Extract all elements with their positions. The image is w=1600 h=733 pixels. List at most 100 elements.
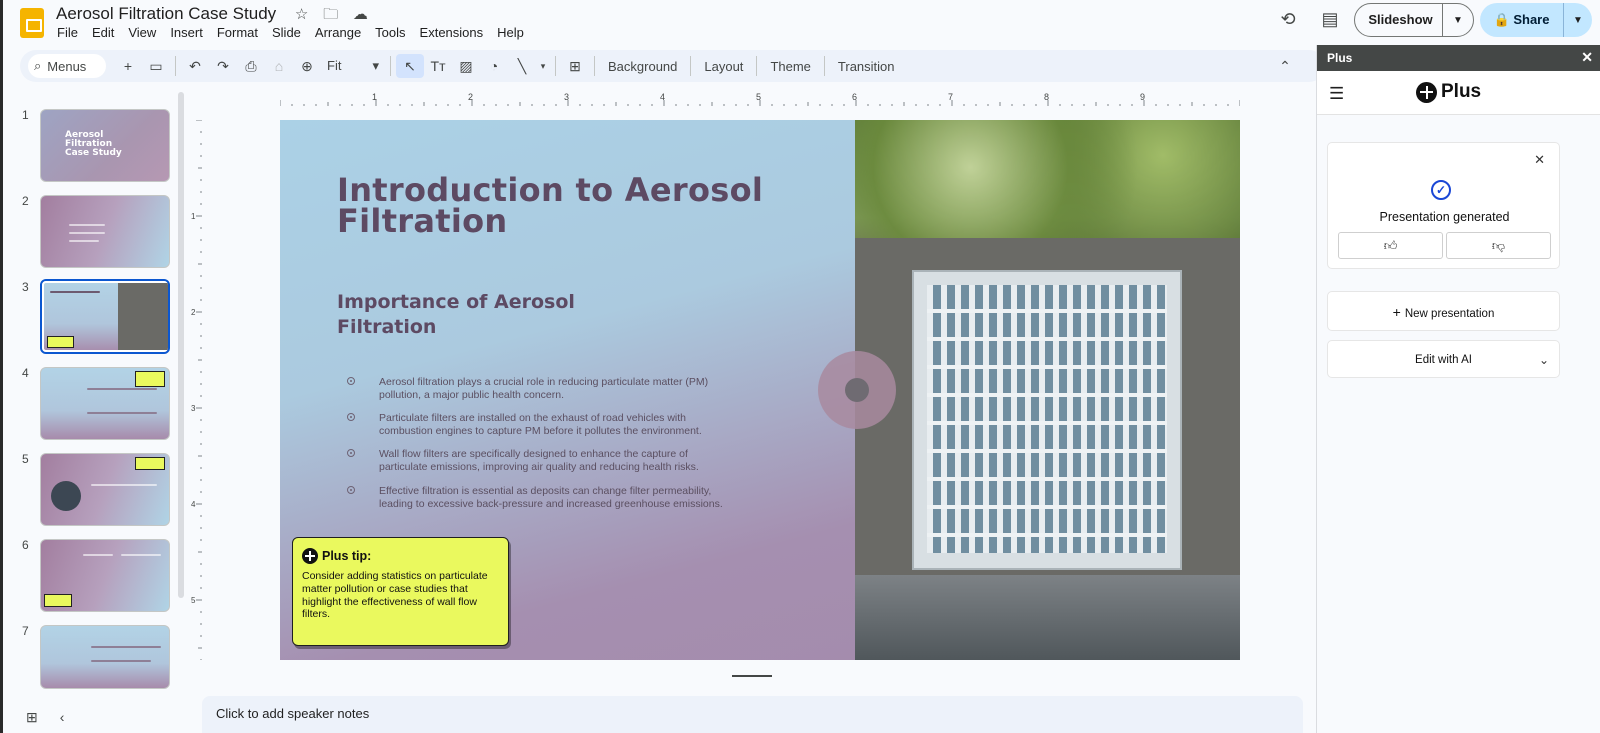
bullet-icon bbox=[347, 413, 355, 421]
thumbnail-line bbox=[83, 554, 113, 556]
bullet-icon bbox=[347, 449, 355, 457]
zoom-select[interactable]: Fit ▾ bbox=[321, 58, 385, 74]
slide-thumbnail-7[interactable] bbox=[40, 625, 170, 689]
new-slide-layout-icon[interactable]: ▭ bbox=[142, 58, 170, 75]
menu-format[interactable]: Format bbox=[210, 25, 265, 41]
layout-button[interactable]: Layout bbox=[696, 59, 751, 74]
cloud-status-icon[interactable]: ☁ bbox=[353, 6, 368, 23]
generation-status-card: ✕ ✓ Presentation generated 👍︎ 👎︎ bbox=[1327, 142, 1560, 269]
grid-view-icon[interactable]: ⊞ bbox=[26, 709, 38, 726]
share-button[interactable]: 🔒 Share ▼ bbox=[1480, 3, 1592, 37]
toolbar-divider bbox=[594, 56, 595, 76]
slides-logo-icon[interactable] bbox=[20, 8, 44, 38]
slide-thumbnail-2[interactable] bbox=[40, 195, 170, 268]
slide-subtitle[interactable]: Importance of Aerosol Filtration bbox=[337, 290, 637, 340]
insert-image-icon[interactable]: ▨ bbox=[452, 58, 480, 75]
menu-help[interactable]: Help bbox=[490, 25, 531, 41]
slideshow-label[interactable]: Slideshow bbox=[1355, 4, 1443, 36]
menu-view[interactable]: View bbox=[121, 25, 163, 41]
panel-title: Plus bbox=[1327, 51, 1353, 65]
add-comment-icon[interactable]: ⊞ bbox=[561, 58, 589, 75]
thumbs-down-button[interactable]: 👎︎ bbox=[1446, 232, 1551, 259]
slide-thumbnail-1[interactable]: Aerosol Filtration Case Study bbox=[40, 109, 170, 182]
thumbnail-title: Aerosol Filtration Case Study bbox=[65, 130, 122, 158]
comments-icon[interactable]: ▤ bbox=[1314, 3, 1346, 35]
menu-file[interactable]: File bbox=[56, 25, 85, 41]
print-icon[interactable]: ⎙ bbox=[237, 58, 265, 75]
undo-icon[interactable]: ↶ bbox=[181, 58, 209, 75]
notes-resize-handle[interactable] bbox=[732, 675, 772, 677]
bullet-text: Particulate filters are installed on the… bbox=[379, 412, 702, 437]
menu-extensions[interactable]: Extensions bbox=[413, 25, 491, 41]
ruler-label: 8 bbox=[1044, 92, 1049, 102]
line-icon[interactable]: ╲ bbox=[508, 58, 536, 75]
ruler-label: 4 bbox=[191, 500, 196, 509]
menu-arrange[interactable]: Arrange bbox=[308, 25, 368, 41]
collapse-toolbar-icon[interactable]: ⌃ bbox=[1271, 58, 1299, 75]
background-button[interactable]: Background bbox=[600, 59, 685, 74]
plus-brand: Plus bbox=[1416, 81, 1481, 103]
thumbnail-line bbox=[121, 554, 161, 556]
select-pointer-icon[interactable]: ↖ bbox=[396, 54, 424, 78]
share-label[interactable]: 🔒 Share bbox=[1480, 3, 1564, 37]
zoom-icon[interactable]: ⊕ bbox=[293, 58, 321, 75]
slide-number: 7 bbox=[22, 624, 29, 638]
theme-button[interactable]: Theme bbox=[762, 59, 818, 74]
redo-icon[interactable]: ↷ bbox=[209, 58, 237, 75]
menu-edit[interactable]: Edit bbox=[85, 25, 121, 41]
dismiss-icon[interactable]: ✕ bbox=[1534, 152, 1545, 168]
slide-thumbnail-3[interactable] bbox=[40, 279, 170, 354]
slide-thumbnail-4[interactable] bbox=[40, 367, 170, 440]
new-presentation-button[interactable]: + New presentation bbox=[1327, 291, 1560, 331]
speaker-notes[interactable]: Click to add speaker notes bbox=[202, 696, 1303, 733]
version-history-icon[interactable]: ⟲ bbox=[1272, 3, 1304, 35]
menu-insert[interactable]: Insert bbox=[163, 25, 210, 41]
menu-slide[interactable]: Slide bbox=[265, 25, 308, 41]
panel-title-bar: Plus ✕ bbox=[1317, 45, 1600, 71]
new-slide-icon[interactable]: + bbox=[114, 58, 142, 74]
photo-ground bbox=[855, 575, 1240, 660]
chevron-down-icon: ⌄ bbox=[1538, 353, 1549, 367]
thumbs-down-icon: 👎︎ bbox=[1491, 238, 1506, 253]
share-dropdown-icon[interactable]: ▼ bbox=[1564, 15, 1592, 26]
transition-button[interactable]: Transition bbox=[830, 59, 903, 74]
move-folder-icon[interactable]: 🗀 bbox=[323, 6, 338, 23]
document-title-text[interactable]: Aerosol Filtration Case Study bbox=[56, 4, 276, 23]
thumbnail-line bbox=[87, 388, 157, 390]
slide-title[interactable]: Introduction to Aerosol Filtration bbox=[337, 174, 807, 237]
shape-icon[interactable]: ◔ bbox=[480, 58, 508, 74]
slide-number: 3 bbox=[22, 280, 29, 294]
ruler-label: 4 bbox=[660, 92, 665, 102]
filmstrip-scrollbar[interactable] bbox=[178, 92, 184, 598]
menu-tools[interactable]: Tools bbox=[368, 25, 412, 41]
paint-format-icon[interactable]: ⌂ bbox=[265, 58, 293, 74]
toolbar-divider bbox=[823, 56, 825, 76]
ruler-label: 3 bbox=[564, 92, 569, 102]
slideshow-dropdown-icon[interactable]: ▼ bbox=[1443, 15, 1473, 26]
slide-photo[interactable] bbox=[855, 120, 1240, 660]
toolbar-divider bbox=[690, 56, 692, 76]
thumbnail-tip bbox=[135, 457, 165, 470]
line-dropdown-icon[interactable]: ▾ bbox=[536, 61, 550, 72]
star-icon[interactable]: ☆ bbox=[295, 6, 308, 23]
bullet-icon bbox=[347, 377, 355, 385]
text-box-icon[interactable]: Tт bbox=[424, 58, 452, 74]
collapse-filmstrip-icon[interactable]: ‹ bbox=[60, 709, 65, 726]
menus-search-label: Menus bbox=[47, 58, 87, 74]
slide-thumbnail-6[interactable] bbox=[40, 539, 170, 612]
thumbs-up-button[interactable]: 👍︎ bbox=[1338, 232, 1443, 259]
menus-search[interactable]: ⌕ Menus bbox=[28, 54, 106, 78]
close-icon[interactable]: ✕ bbox=[1581, 49, 1593, 66]
plus-tip-body: Consider adding statistics on particulat… bbox=[302, 570, 488, 621]
zoom-value[interactable]: Fit bbox=[327, 58, 341, 74]
share-text[interactable]: Share bbox=[1513, 12, 1549, 27]
thumbnail-line bbox=[50, 291, 100, 293]
slide-thumbnail-5[interactable] bbox=[40, 453, 170, 526]
slide-canvas[interactable]: Introduction to Aerosol Filtration Impor… bbox=[280, 120, 1240, 660]
thumbnail-line bbox=[69, 232, 105, 234]
slideshow-button[interactable]: Slideshow ▼ bbox=[1354, 3, 1474, 37]
hamburger-menu-icon[interactable]: ☰ bbox=[1329, 84, 1344, 104]
thumbnail-line bbox=[91, 646, 161, 648]
plus-tip-box[interactable]: Plus tip: Consider adding statistics on … bbox=[292, 537, 509, 646]
edit-with-ai-button[interactable]: Edit with AI ⌄ bbox=[1327, 340, 1560, 378]
